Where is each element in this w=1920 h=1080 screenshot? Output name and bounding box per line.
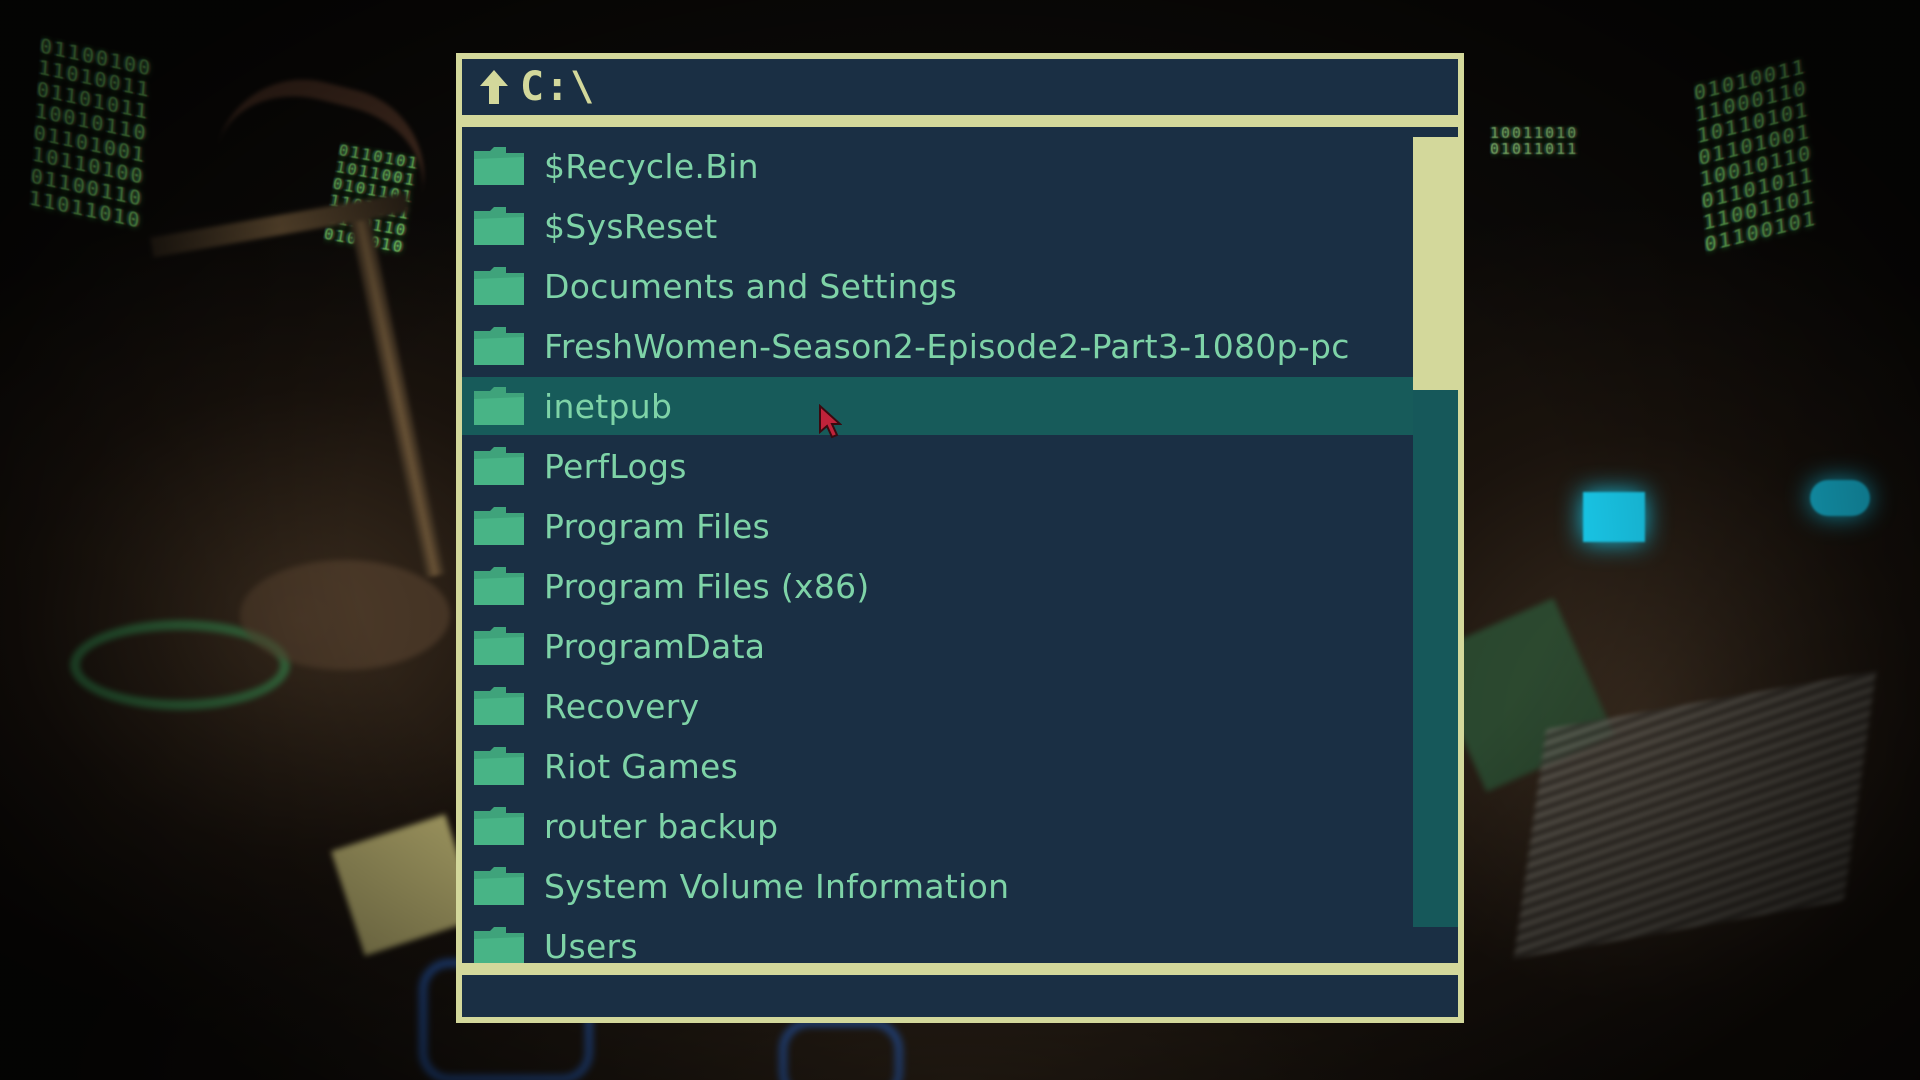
folder-name: $Recycle.Bin [544,146,759,186]
folder-row[interactable]: Recovery [462,677,1413,735]
folder-icon [474,807,524,845]
folder-row[interactable]: router backup [462,797,1413,855]
scrollbar-thumb[interactable] [1413,137,1458,390]
folder-icon [474,747,524,785]
up-directory-button[interactable] [474,63,514,111]
folder-row[interactable]: PerfLogs [462,437,1413,495]
folder-row[interactable]: Program Files [462,497,1413,555]
folder-icon [474,927,524,965]
folder-row[interactable]: System Volume Information [462,857,1413,915]
folder-icon [474,147,524,185]
folder-row[interactable]: inetpub [462,377,1413,435]
scrollbar-track[interactable] [1413,137,1458,927]
up-arrow-icon [480,70,508,104]
status-bar [462,975,1458,1017]
folder-row[interactable]: $SysReset [462,197,1413,255]
folder-icon [474,447,524,485]
folder-name: Users [544,926,638,966]
folder-name: ProgramData [544,626,766,666]
folder-name: Program Files (x86) [544,566,870,606]
folder-row[interactable]: Program Files (x86) [462,557,1413,615]
folder-icon [474,327,524,365]
current-path: C:\ [520,64,596,110]
folder-row[interactable]: FreshWomen-Season2-Episode2-Part3-1080p-… [462,317,1413,375]
folder-icon [474,567,524,605]
folder-name: inetpub [544,386,673,426]
folder-name: FreshWomen-Season2-Episode2-Part3-1080p-… [544,326,1350,366]
folder-list: $Recycle.Bin $SysReset Documents and Setti… [462,127,1458,1017]
folder-icon [474,207,524,245]
folder-icon [474,387,524,425]
title-bar: C:\ [462,59,1458,115]
folder-name: router backup [544,806,779,846]
folder-row[interactable]: Riot Games [462,737,1413,795]
folder-name: Program Files [544,506,771,546]
bottom-divider [462,963,1458,975]
folder-icon [474,507,524,545]
folder-icon [474,627,524,665]
folder-name: System Volume Information [544,866,1010,906]
folder-icon [474,687,524,725]
file-browser-window: C:\ $Recycle.Bin $SysReset Documents and S… [456,53,1464,1023]
title-divider [462,115,1458,127]
folder-name: PerfLogs [544,446,687,486]
folder-row[interactable]: Documents and Settings [462,257,1413,315]
folder-icon [474,267,524,305]
folder-row[interactable]: ProgramData [462,617,1413,675]
folder-icon [474,867,524,905]
folder-name: Riot Games [544,746,739,786]
folder-name: Documents and Settings [544,266,958,306]
folder-name: Recovery [544,686,700,726]
folder-row[interactable]: $Recycle.Bin [462,137,1413,195]
folder-name: $SysReset [544,206,718,246]
